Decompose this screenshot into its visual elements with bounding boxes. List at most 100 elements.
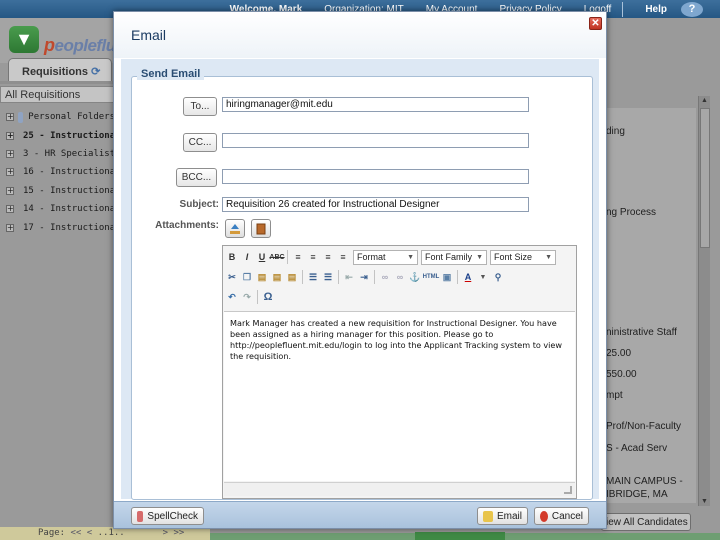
details-scrollbar[interactable]: ▲ ▼ [698, 96, 710, 506]
attachment-library-button[interactable] [251, 219, 271, 238]
cc-button[interactable]: CC... [183, 133, 217, 152]
align-justify-icon[interactable]: ≡ [336, 250, 350, 264]
expand-icon[interactable]: + [6, 223, 14, 232]
pager-label: Page: [38, 528, 66, 538]
expand-icon[interactable]: + [6, 205, 14, 214]
cc-field[interactable] [222, 133, 529, 148]
editor-status-bar [224, 482, 575, 496]
close-icon[interactable]: ✕ [589, 17, 602, 30]
scroll-up-icon[interactable]: ▲ [701, 97, 708, 104]
toolbar-separator [302, 270, 303, 284]
editor-toolbar-row-3: ↶ ↷ Ω [225, 287, 275, 307]
detail-department-text: S - Acad Serv [606, 443, 668, 454]
view-all-candidates-button[interactable]: iew All Candidates [601, 513, 691, 531]
detail-status-text: ding [606, 126, 625, 137]
spellcheck-button[interactable]: SpellCheck [131, 507, 204, 525]
bcc-button[interactable]: BCC... [176, 168, 217, 187]
email-send-button[interactable]: Email [477, 507, 528, 525]
tab-bar-divider [0, 81, 115, 84]
help-link[interactable]: Help ? [622, 1, 714, 17]
strikethrough-button[interactable]: ABC [269, 250, 284, 264]
expand-icon[interactable]: + [6, 113, 14, 122]
special-character-icon[interactable]: Ω [261, 290, 275, 304]
chevron-down-icon: ▼ [545, 253, 552, 261]
library-icon [256, 223, 266, 234]
text-color-icon[interactable]: A [461, 270, 475, 284]
indent-icon[interactable]: ⇥ [357, 270, 371, 284]
refresh-icon[interactable]: ⟳ [91, 66, 100, 78]
dialog-header: Email ✕ [114, 12, 606, 58]
paste-word-icon[interactable]: ▤ [285, 270, 299, 284]
font-size-select[interactable]: Font Size ▼ [490, 249, 556, 265]
tree-item[interactable]: + Personal Folders [0, 108, 115, 126]
anchor-icon[interactable]: ⚓ [408, 270, 422, 284]
requisition-filter-select[interactable]: All Requisitions [0, 86, 115, 103]
bullet-list-icon[interactable]: ☰ [306, 270, 320, 284]
pager-first-prev[interactable]: << < [71, 528, 93, 538]
bold-button[interactable]: B [225, 250, 239, 264]
html-source-button[interactable]: HTML [423, 270, 440, 284]
help-icon: ? [681, 1, 703, 17]
undo-icon[interactable]: ↶ [225, 290, 239, 304]
app-footer-tab [415, 532, 505, 540]
bcc-field[interactable] [222, 169, 529, 184]
scrollbar-thumb[interactable] [700, 108, 710, 248]
cancel-button[interactable]: Cancel [534, 507, 589, 525]
format-select[interactable]: Format ▼ [353, 249, 418, 265]
scroll-down-icon[interactable]: ▼ [701, 498, 708, 505]
pager-next-last[interactable]: > >> [163, 528, 185, 538]
redo-icon[interactable]: ↷ [240, 290, 254, 304]
detail-category-text: ninistrative Staff [606, 327, 677, 338]
cancel-icon [540, 510, 548, 522]
tree-item[interactable]: +16 - Instructional Designer [0, 163, 115, 181]
tree-item[interactable]: +14 - Instructional Designer [0, 200, 115, 218]
font-family-select[interactable]: Font Family ▼ [421, 249, 487, 265]
find-replace-icon[interactable]: ⚲ [491, 270, 505, 284]
subject-field[interactable] [222, 197, 529, 212]
chevron-down-icon: ▼ [476, 253, 483, 261]
tree-item[interactable]: +15 - Instructional Designer [0, 182, 115, 200]
detail-location-line2: IBRIDGE, MA [606, 489, 668, 500]
paste-text-icon[interactable]: ▤ [270, 270, 284, 284]
expand-icon[interactable]: + [6, 149, 14, 158]
editor-toolbar-row-1: B I U ABC ≡ ≡ ≡ ≡ Format ▼ Font Family ▼ F… [225, 247, 556, 267]
upload-attachment-button[interactable] [225, 219, 245, 238]
envelope-icon [483, 510, 493, 522]
outdent-icon[interactable]: ⇤ [342, 270, 356, 284]
tree-item[interactable]: +3 - HR Specialist [0, 145, 115, 163]
italic-button[interactable]: I [240, 250, 254, 264]
tab-requisitions[interactable]: Requisitions ⟳ [8, 58, 112, 82]
detail-type-text: Prof/Non-Faculty [606, 421, 682, 432]
chevron-down-icon: ▼ [407, 253, 414, 261]
expand-icon[interactable]: + [6, 131, 14, 140]
copy-icon[interactable]: ❐ [240, 270, 254, 284]
detail-max-salary-text: 550.00 [606, 369, 637, 380]
to-button[interactable]: To... [183, 97, 217, 116]
expand-icon[interactable]: + [6, 186, 14, 195]
resize-grip-icon[interactable] [564, 486, 572, 494]
detail-workflow-text: ng Process [606, 207, 657, 218]
tree-item-label: Personal Folders [28, 112, 115, 123]
align-center-icon[interactable]: ≡ [306, 250, 320, 264]
numbered-list-icon[interactable]: ☰ [321, 270, 335, 284]
cut-icon[interactable]: ✂ [225, 270, 239, 284]
email-body-text[interactable]: Mark Manager has created a new requisiti… [224, 311, 575, 481]
send-email-legend: Send Email [137, 68, 205, 80]
pager-pages[interactable]: ..1.. [98, 528, 125, 538]
detail-exempt-text: mpt [606, 390, 623, 401]
image-icon[interactable]: ▣ [440, 270, 454, 284]
underline-button[interactable]: U [255, 250, 269, 264]
align-right-icon[interactable]: ≡ [321, 250, 335, 264]
tree-item-label: 25 - Instructional Designer [23, 130, 115, 141]
align-left-icon[interactable]: ≡ [291, 250, 305, 264]
expand-icon[interactable]: + [6, 168, 14, 177]
paste-icon[interactable]: ▤ [255, 270, 269, 284]
tree-item[interactable]: +25 - Instructional Designer [0, 126, 115, 144]
tree-item[interactable]: +17 - Instructional Designer [0, 218, 115, 236]
to-field[interactable] [222, 97, 529, 112]
link-icon[interactable]: ∞ [378, 270, 392, 284]
chevron-down-icon[interactable]: ▼ [476, 270, 490, 284]
unlink-icon[interactable]: ∞ [393, 270, 407, 284]
tree-item-label: 16 - Instructional Designer [23, 167, 115, 178]
email-dialog: Email ✕ Send Email To... CC... BCC... Su… [113, 11, 607, 529]
